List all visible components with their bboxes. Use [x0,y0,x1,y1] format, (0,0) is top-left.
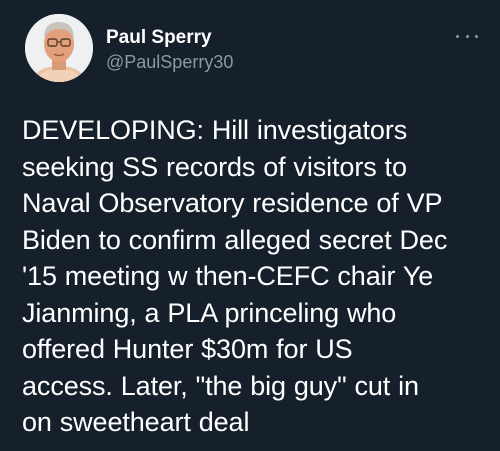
tweet-text-line: Biden to confirm alleged secret Dec [22,224,448,255]
tweet-card: Paul Sperry @PaulSperry30 DEVELOPING: Hi… [0,0,500,451]
profile-photo-icon [25,14,93,82]
tweet-text-line: Naval Observatory residence of VP [22,188,443,218]
more-options-icon[interactable] [456,30,478,42]
tweet-text-line: offered Hunter $30m for US [22,334,353,364]
username-handle[interactable]: @PaulSperry30 [106,51,233,73]
tweet-text-line: seeking SS records of visitors to [22,151,407,182]
tweet-text-line: DEVELOPING: Hill investigators [22,115,408,145]
tweet-text-line: Jianming, a PLA princeling who [22,297,397,328]
tweet-text-line: on sweetheart deal [22,407,250,437]
avatar[interactable] [25,14,93,82]
tweet-text: DEVELOPING: Hill investigators seeking S… [22,112,487,441]
tweet-text-line: '15 meeting w then-CEFC chair Ye [22,261,434,291]
tweet-text-line: access. Later, "the big guy" cut in [22,370,419,401]
display-name[interactable]: Paul Sperry [106,27,212,49]
